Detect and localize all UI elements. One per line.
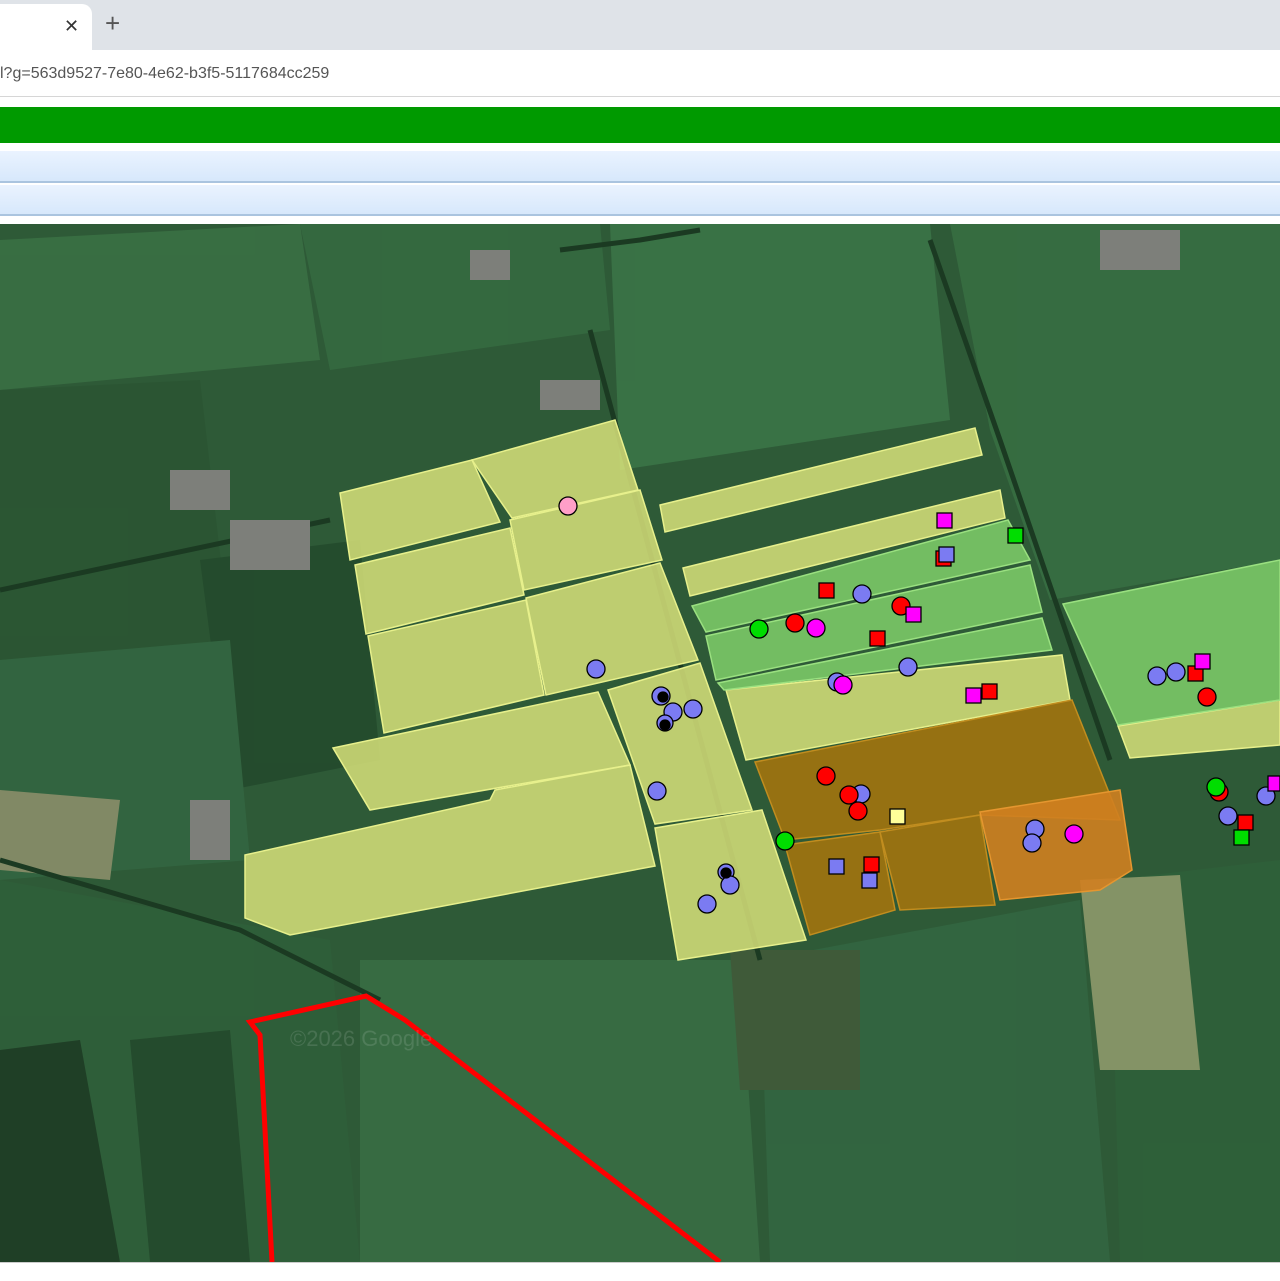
marker-blue-circle	[1218, 806, 1238, 826]
marker-magenta-square	[1194, 653, 1211, 670]
marker-red-circle	[839, 785, 859, 805]
marker-green-circle	[775, 831, 795, 851]
marker-red-circle	[816, 766, 836, 786]
marker-green-circle	[1206, 777, 1226, 797]
marker-blue-circle	[697, 894, 717, 914]
close-icon[interactable]: ✕	[64, 16, 79, 36]
marker-blue-circle	[1147, 666, 1167, 686]
marker-red-square	[818, 582, 835, 599]
marker-magenta-square	[905, 606, 922, 623]
satellite-map[interactable]: ©2026 Google	[0, 224, 1280, 1262]
marker-blue-circle	[852, 584, 872, 604]
marker-magenta-circle	[833, 675, 853, 695]
browser-tab[interactable]: ✕	[0, 4, 92, 50]
new-tab-icon[interactable]: +	[105, 8, 120, 38]
toolbar-row-2	[0, 185, 1280, 216]
address-bar[interactable]: l?g=563d9527-7e80-4e62-b3f5-5117684cc259	[0, 50, 1280, 97]
map-watermark: ©2026 Google	[290, 1026, 432, 1051]
marker-blue-circle	[647, 781, 667, 801]
toolbar-row-1	[0, 151, 1280, 183]
marker-black-dot	[657, 691, 669, 703]
marker-magenta-square	[965, 687, 982, 704]
marker-magenta-square	[936, 512, 953, 529]
bottom-strip	[0, 1262, 1280, 1281]
marker-yellow-square	[889, 808, 906, 825]
marker-pink-circle	[558, 496, 578, 516]
marker-red-square	[869, 630, 886, 647]
url-text[interactable]: l?g=563d9527-7e80-4e62-b3f5-5117684cc259	[0, 65, 329, 83]
marker-blue-circle	[898, 657, 918, 677]
marker-green-circle	[749, 619, 769, 639]
marker-blue-square	[828, 858, 845, 875]
marker-magenta-circle	[1064, 824, 1084, 844]
marker-blue-circle	[683, 699, 703, 719]
marker-blue-circle	[586, 659, 606, 679]
marker-blue-circle	[1166, 662, 1186, 682]
marker-red-square	[1237, 814, 1254, 831]
marker-red-square	[863, 856, 880, 873]
marker-red-circle	[785, 613, 805, 633]
marker-blue-square	[861, 872, 878, 889]
marker-green-square	[1233, 829, 1250, 846]
marker-green-square	[1007, 527, 1024, 544]
marker-red-square	[981, 683, 998, 700]
marker-black-dot	[720, 867, 732, 879]
app-header-bar	[0, 107, 1280, 143]
tab-strip: ✕ +	[0, 0, 1280, 50]
marker-magenta-square	[1267, 775, 1280, 792]
marker-blue-square	[938, 546, 955, 563]
marker-black-dot	[659, 719, 671, 731]
marker-red-circle	[1197, 687, 1217, 707]
marker-blue-circle	[720, 875, 740, 895]
map-canvas[interactable]: ©2026 Google	[0, 224, 1280, 1262]
marker-red-circle	[848, 801, 868, 821]
marker-blue-circle	[1022, 833, 1042, 853]
marker-magenta-circle	[806, 618, 826, 638]
